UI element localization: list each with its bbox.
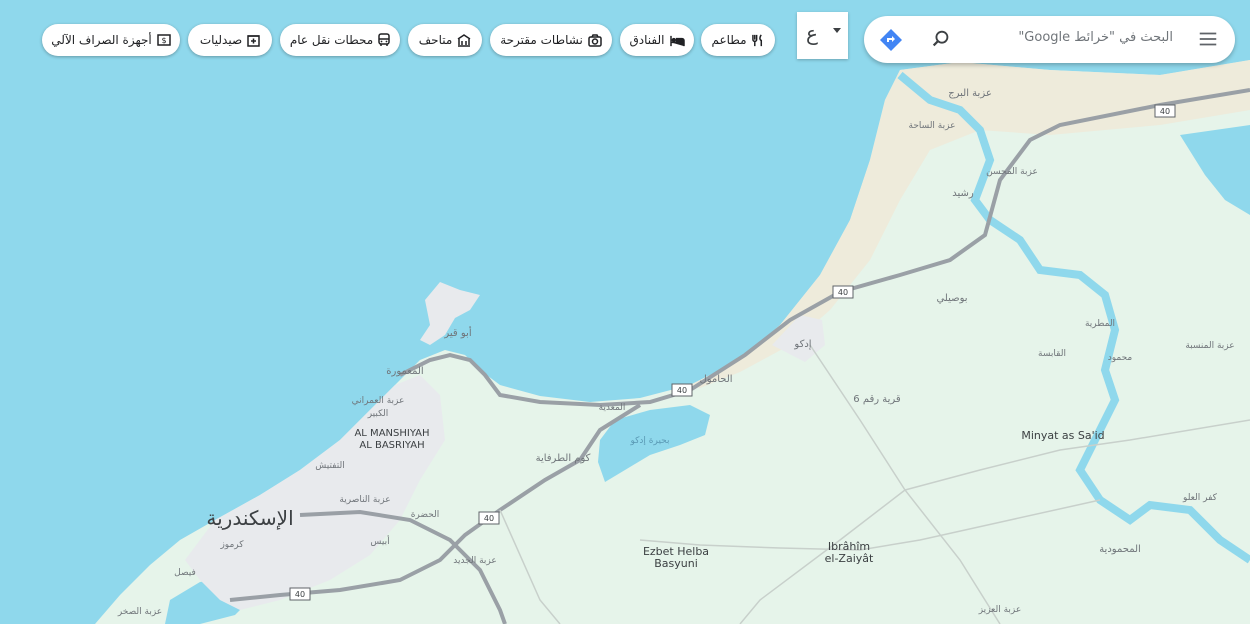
- chip-label: مطاعم: [711, 33, 747, 47]
- directions-icon[interactable]: [878, 27, 904, 53]
- label-ezbet-aziz: عزبة العزيز: [978, 605, 1022, 615]
- label-bahr: بحيرة إدكو: [629, 436, 669, 446]
- chip-label: أجهزة الصراف الآلي: [51, 33, 152, 47]
- road-shield-40-a: 40: [1154, 104, 1176, 118]
- label-minyat: Minyat as Sa'id: [1021, 429, 1104, 442]
- label-beesh: أبيس: [370, 535, 389, 547]
- label-alexandria: الإسكندرية: [206, 506, 293, 530]
- label-ezbet-borg: عزبة البرج: [948, 88, 992, 99]
- map-canvas[interactable]: 40 40 40 40 40 الإسكندرية AL MANSHIYAH A…: [0, 0, 1250, 624]
- chip-label: محطات نقل عام: [289, 33, 374, 47]
- label-hadra: الحضرة: [411, 510, 440, 520]
- chip-hotels[interactable]: الفنادق: [620, 24, 694, 56]
- chip-pharmacies[interactable]: صيدليات: [188, 24, 272, 56]
- chip-atms[interactable]: $ أجهزة الصراف الآلي: [42, 24, 180, 56]
- atm-icon: $: [156, 34, 171, 46]
- svg-text:40: 40: [838, 288, 848, 297]
- road-shield-40-d: 40: [478, 511, 500, 525]
- fork-knife-icon: [751, 33, 765, 47]
- chip-label: نشاطات مقترحة: [500, 33, 583, 47]
- label-edku: إدكو: [793, 339, 811, 350]
- input-tools-button[interactable]: ع: [797, 12, 848, 59]
- svg-text:$: $: [161, 36, 166, 45]
- label-ezbet-sat: عزبة الساحة: [909, 121, 956, 131]
- pharmacy-icon: [247, 34, 260, 47]
- label-ezbet-1b: عزبة العمراني: [352, 396, 405, 406]
- label-ezbet-nasr: عزبة الناصرية: [339, 495, 390, 505]
- label-rashid: رشيد: [952, 188, 974, 199]
- svg-text:40: 40: [484, 514, 494, 523]
- label-tariq: التفتيش: [315, 461, 344, 471]
- label-qaba: القابسة: [1038, 349, 1066, 359]
- camera-icon: [588, 33, 602, 47]
- search-icon[interactable]: [930, 28, 952, 50]
- label-ezbet-1c: الكبير: [367, 409, 389, 419]
- label-ezbet-helba-2: Basyuni: [654, 557, 698, 570]
- chip-things-to-do[interactable]: نشاطات مقترحة: [490, 24, 612, 56]
- label-ezbet-jadid: عزبة الجديد: [453, 556, 497, 566]
- bed-icon: [669, 34, 685, 47]
- label-ibrahim-2: el-Zaiyât: [825, 552, 874, 565]
- label-kom: كوم الطرفاية: [536, 453, 591, 464]
- keyboard-language-label: ع: [806, 21, 818, 45]
- label-sakhr: عزبة الصخر: [117, 607, 162, 617]
- label-ezbet-mm: عزبة المحسن: [986, 167, 1038, 177]
- label-karmous: كرموز: [219, 540, 244, 550]
- chip-label: متاحف: [418, 33, 453, 47]
- search-box[interactable]: البحث في "خرائط Google": [864, 16, 1235, 63]
- label-hamad: الحامول: [699, 374, 732, 385]
- label-faisal: فيصل: [174, 568, 196, 578]
- road-shield-40-b: 40: [832, 285, 854, 299]
- label-mahmoudia: المحمودية: [1099, 544, 1141, 555]
- svg-text:40: 40: [1160, 107, 1170, 116]
- road-shield-40-e: 40: [289, 587, 311, 601]
- hamburger-menu-icon[interactable]: [1197, 28, 1219, 50]
- label-qarya6: قرية رقم 6: [853, 394, 901, 405]
- label-maamoura: المعمورة: [386, 366, 423, 377]
- label-manshiyah-1: AL MANSHIYAH: [354, 428, 429, 439]
- svg-text:40: 40: [677, 386, 687, 395]
- chip-museums[interactable]: متاحف: [408, 24, 482, 56]
- label-mansaba-1: عزبة المنسبة: [1185, 341, 1234, 351]
- chip-restaurants[interactable]: مطاعم: [701, 24, 775, 56]
- label-busili: بوصيلي: [936, 293, 967, 304]
- label-matras: المطرية: [1085, 319, 1115, 329]
- chip-label: الفنادق: [629, 33, 665, 47]
- chip-transit[interactable]: محطات نقل عام: [280, 24, 400, 56]
- label-manshiyah-2: AL BASRIYAH: [359, 440, 424, 451]
- label-abu-qir: أبو قير: [443, 326, 471, 339]
- chevron-down-icon[interactable]: [833, 28, 841, 33]
- chip-label: صيدليات: [199, 33, 243, 47]
- label-mahmoud: محمود: [1108, 353, 1133, 363]
- road-shield-40-c: 40: [671, 383, 693, 397]
- label-gaz: المعدية: [599, 403, 626, 413]
- bus-icon: [378, 33, 390, 47]
- search-input[interactable]: البحث في "خرائط Google": [1018, 30, 1173, 45]
- label-kafr: كفر العلو: [1182, 493, 1218, 503]
- svg-text:40: 40: [295, 590, 305, 599]
- museum-icon: [457, 33, 471, 47]
